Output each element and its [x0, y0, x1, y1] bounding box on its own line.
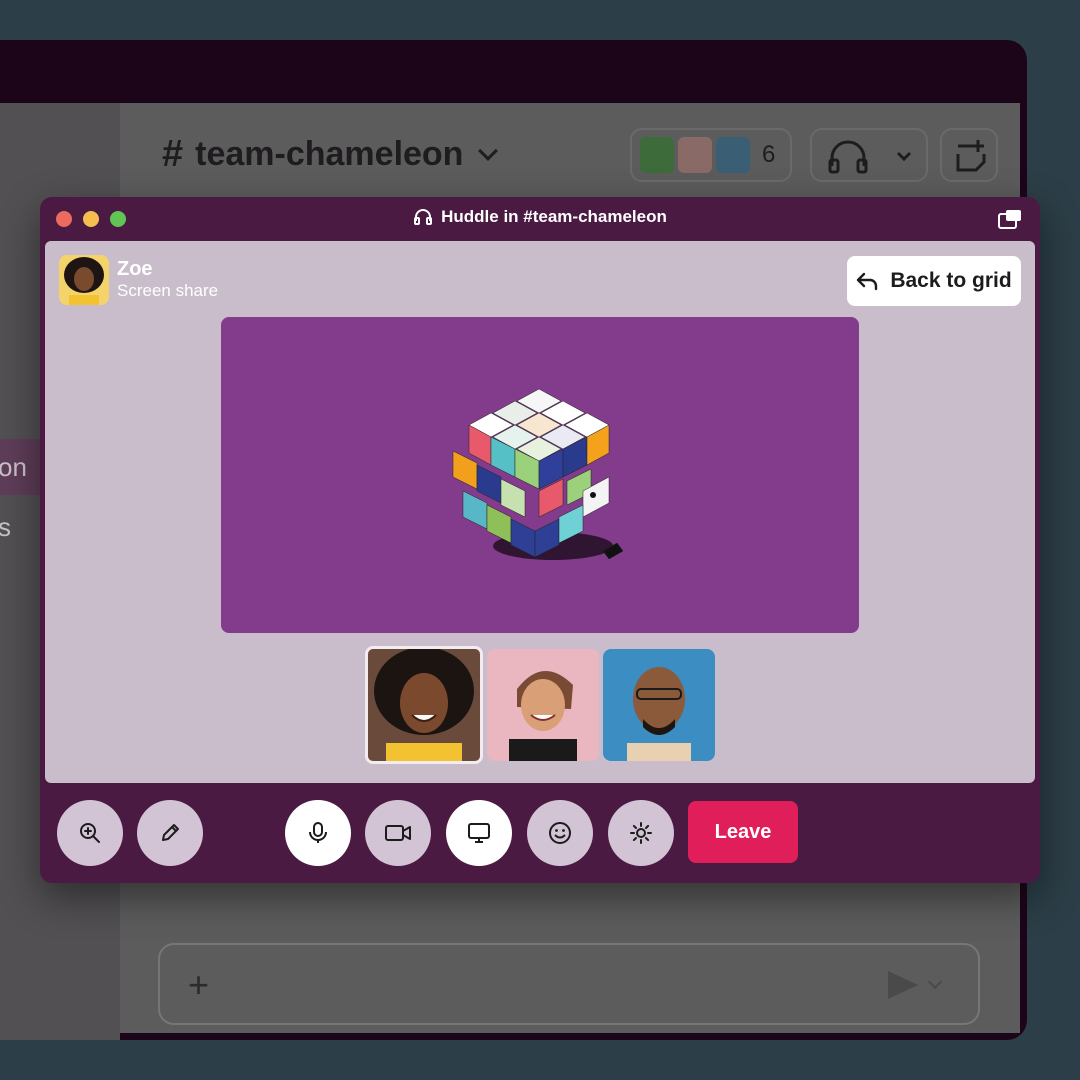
settings-button[interactable] [608, 800, 674, 866]
member-count: 6 [762, 141, 776, 168]
pencil-icon [162, 824, 179, 841]
leave-label: Leave [714, 820, 772, 843]
participant-thumbnails [365, 646, 715, 764]
presenter-status: Screen share [117, 281, 219, 300]
back-to-grid-button[interactable]: Back to grid [847, 256, 1021, 306]
participant-tile[interactable] [603, 649, 715, 761]
avatar [59, 255, 109, 305]
canvas-add-icon [956, 140, 986, 172]
video-camera-icon [385, 825, 411, 841]
popout-window-icon[interactable] [998, 209, 1022, 229]
member-avatar [716, 137, 750, 173]
emoji-icon [549, 822, 571, 844]
sidebar-item-label: on [0, 452, 27, 482]
member-avatar [678, 137, 712, 173]
leave-button[interactable]: Leave [688, 801, 798, 863]
presenter-info: Zoe Screen share [59, 255, 218, 305]
reactions-button[interactable] [527, 800, 593, 866]
screen-share-view [221, 317, 859, 633]
zoom-button[interactable] [57, 800, 123, 866]
huddle-stage: Zoe Screen share Back to grid [45, 241, 1035, 783]
sidebar-item-label: s [0, 512, 11, 542]
channel-name: team-chameleon [195, 135, 464, 173]
headphones-icon [828, 140, 912, 174]
sidebar-item-active[interactable]: on [0, 439, 40, 495]
huddle-button-group[interactable] [810, 128, 928, 182]
back-to-grid-label: Back to grid [890, 269, 1012, 292]
rubiks-cube-image [452, 388, 623, 560]
video-button[interactable] [365, 800, 431, 866]
screen-share-button[interactable] [446, 800, 512, 866]
hash-icon: # [162, 133, 184, 175]
message-composer[interactable]: + [158, 943, 980, 1025]
chevron-down-icon[interactable] [927, 974, 943, 990]
huddle-window: Huddle in #team-chameleon Zoe Screen sha… [40, 197, 1040, 883]
members-button[interactable]: 6 [630, 128, 792, 182]
mic-button[interactable] [285, 800, 351, 866]
participant-tile[interactable] [487, 649, 599, 761]
chevron-down-icon [478, 140, 499, 161]
gear-icon [630, 822, 652, 844]
microphone-icon [309, 822, 327, 843]
canvas-button[interactable] [940, 128, 998, 182]
zoom-in-icon [80, 823, 100, 843]
participant-tile-zoe[interactable] [365, 646, 483, 764]
huddle-title: Huddle in #team-chameleon [441, 207, 667, 226]
back-arrow-icon [857, 272, 878, 291]
member-avatar [640, 137, 674, 173]
headphones-icon [414, 209, 433, 225]
send-icon[interactable] [888, 971, 918, 999]
huddle-controls: Leave [40, 800, 1040, 866]
screen-share-icon [468, 823, 490, 843]
draw-button[interactable] [137, 800, 203, 866]
channel-title[interactable]: # team-chameleon [162, 133, 499, 176]
huddle-title-bar: Huddle in #team-chameleon [40, 207, 1040, 227]
presenter-name: Zoe [117, 258, 153, 280]
plus-icon[interactable]: + [188, 967, 209, 1003]
